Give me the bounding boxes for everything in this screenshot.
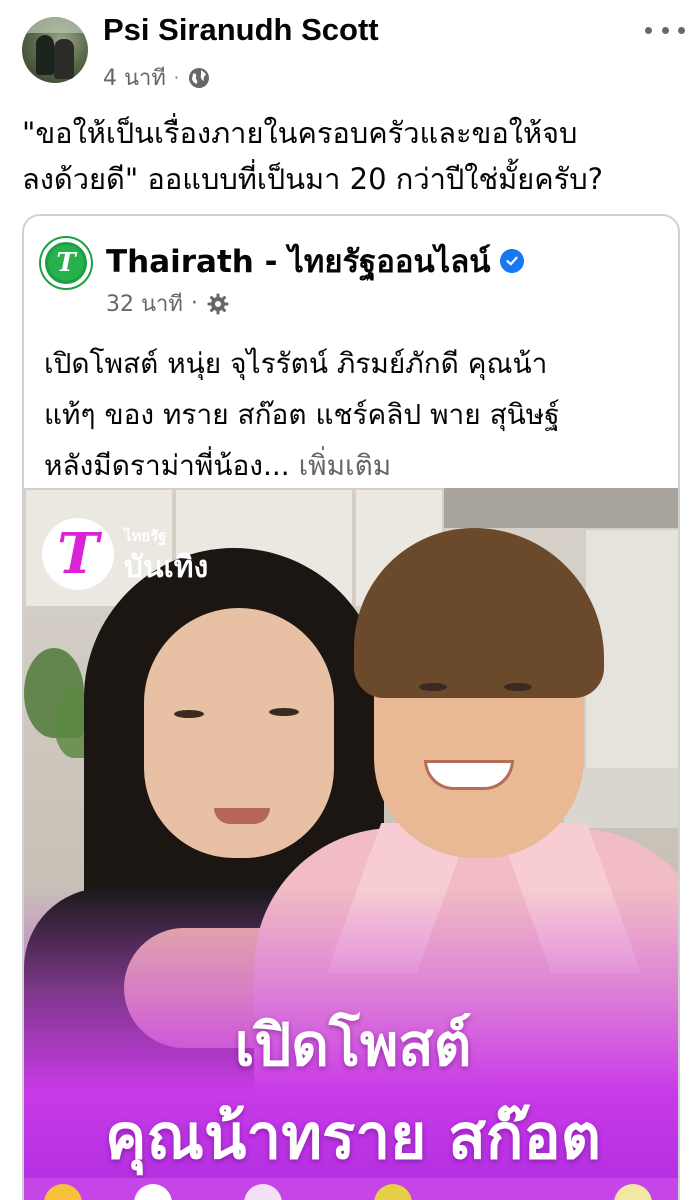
meta-separator: · — [190, 291, 198, 316]
image-headline-line2: คุณน้าทราย สก๊อต — [105, 1100, 601, 1173]
globe-icon — [188, 67, 209, 88]
sticker-strip — [24, 1178, 678, 1200]
shared-post-text: เปิดโพสต์ หนุ่ย จุไรรัตน์ ภิรมย์ภักดี คุ… — [44, 338, 664, 491]
meta-separator: · — [173, 68, 179, 87]
shared-post-time[interactable]: 32 นาที — [106, 286, 183, 321]
woman-eye — [174, 710, 204, 718]
woman-mouth — [214, 808, 270, 824]
sticker — [244, 1184, 282, 1200]
shared-text-line-last: หลังมีดราม่าพี่น้อง... เพิ่มเติม — [44, 440, 664, 491]
post-time[interactable]: 4 นาที — [103, 60, 166, 95]
range-hood — [444, 488, 678, 528]
settings-icon — [207, 293, 229, 314]
image-headline-line1: เปิดโพสต์ — [234, 1011, 472, 1079]
verified-badge-icon — [500, 249, 525, 273]
sticker — [134, 1184, 172, 1200]
shared-page-name[interactable]: Thairath - ไทยรัฐออนไลน์ — [106, 236, 525, 286]
see-more-link[interactable]: เพิ่มเติม — [299, 449, 392, 482]
sticker — [374, 1184, 412, 1200]
thairath-entertainment-logo: T — [42, 518, 114, 590]
shared-text-line: เปิดโพสต์ หนุ่ย จุไรรัตน์ ภิรมย์ภักดี คุ… — [44, 347, 548, 380]
author-avatar[interactable] — [22, 17, 88, 83]
sticker — [44, 1184, 82, 1200]
man-eye — [419, 683, 447, 691]
brand-big-text: บันเทิง — [124, 550, 209, 585]
post-text-line: "ขอให้เป็นเรื่องภายในครอบครัวและขอให้จบ — [22, 116, 578, 150]
shared-page-name-text[interactable]: Thairath - ไทยรัฐออนไลน์ — [106, 236, 490, 286]
shared-post-meta: 32 นาที · — [106, 286, 230, 321]
post-image[interactable]: T ไทยรัฐ บันเทิง เปิดโพสต์ คุณน้าทราย สก… — [24, 488, 678, 1200]
post-text: "ขอให้เป็นเรื่องภายในครอบครัวและขอให้จบ … — [22, 110, 687, 202]
post-text-line: ลงด้วยดี" ออแบบที่เป็นมา 20 กว่าปีใช่มั้… — [22, 162, 604, 196]
sticker — [614, 1184, 652, 1200]
man-eye — [504, 683, 532, 691]
thairath-logo[interactable]: T — [41, 238, 91, 288]
shared-post-card[interactable]: T Thairath - ไทยรัฐออนไลน์ 32 นาที · เปิ… — [22, 214, 680, 1200]
post-header: Psi Siranudh Scott 4 นาที · — [0, 0, 699, 100]
post-meta: 4 นาที · — [103, 60, 211, 95]
shared-text-line: หลังมีดราม่าพี่น้อง... — [44, 449, 290, 482]
shared-text-line: แท้ๆ ของ ทราย สก๊อต แชร์คลิป พาย สุนิษฐ์ — [44, 398, 560, 431]
more-options-icon[interactable] — [645, 18, 685, 42]
author-name[interactable]: Psi Siranudh Scott — [103, 12, 379, 48]
woman-eye — [269, 708, 299, 716]
